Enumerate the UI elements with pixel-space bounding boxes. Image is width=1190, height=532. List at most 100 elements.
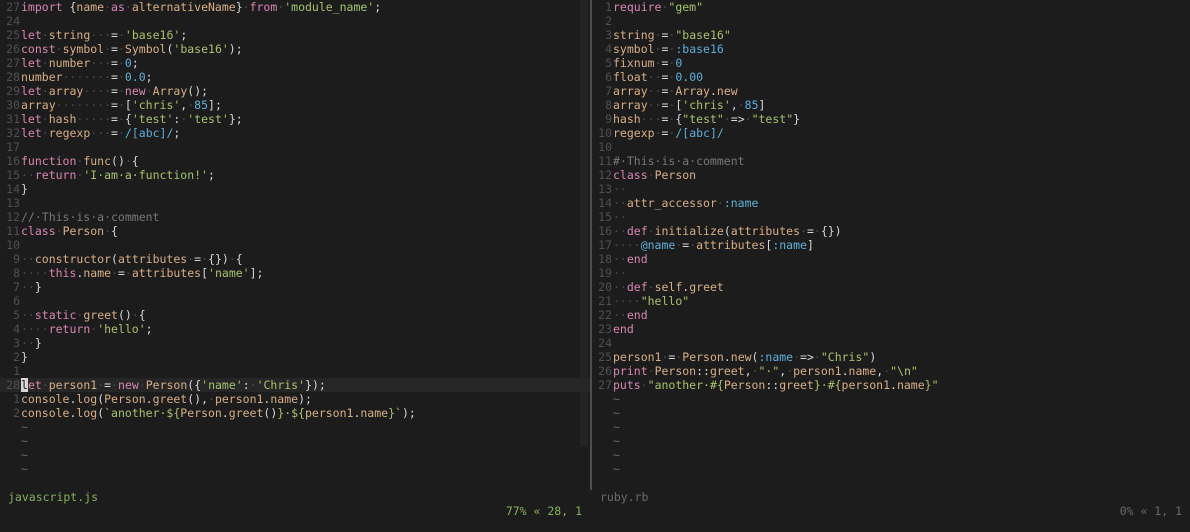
- vim-editor[interactable]: 27import {name·as·alternativeName}·from·…: [0, 0, 1190, 476]
- code-token: end: [626, 252, 648, 266]
- code-line[interactable]: ~: [592, 392, 1190, 406]
- code-line[interactable]: 10: [0, 238, 590, 252]
- code-line[interactable]: 22··end: [592, 308, 1190, 322]
- code-line[interactable]: 2}: [0, 350, 590, 364]
- code-token: array: [613, 84, 648, 98]
- code-token: ·····: [76, 112, 112, 126]
- code-line[interactable]: ~: [0, 434, 590, 448]
- code-token: 'name': [208, 266, 250, 280]
- code-line[interactable]: 26const·symbol·=·Symbol('base16');: [0, 42, 590, 56]
- code-line[interactable]: ~: [592, 420, 1190, 434]
- code-line[interactable]: 9··constructor(attributes·=·{})·{: [0, 252, 590, 266]
- code-line[interactable]: 9hash···=·{"test"·=>·"test"}: [592, 112, 1190, 126]
- code-line[interactable]: 32let·regexp···=·/[abc]/;: [0, 126, 590, 140]
- code-token: name: [360, 406, 389, 420]
- code-token: {: [235, 252, 243, 266]
- code-line[interactable]: 24: [592, 336, 1190, 350]
- code-line[interactable]: 10: [592, 140, 1190, 154]
- code-token: console: [21, 406, 70, 420]
- code-line[interactable]: 2console.log(`another·${Person.greet()}·…: [0, 406, 590, 420]
- code-line[interactable]: 11#·This·is·a·comment: [592, 154, 1190, 168]
- code-line[interactable]: 28number·······=·0.0;: [0, 70, 590, 84]
- javascript-pane[interactable]: 27import {name·as·alternativeName}·from·…: [0, 0, 590, 476]
- code-line[interactable]: 27puts·"another·#{Person::greet}·#{perso…: [592, 378, 1190, 392]
- code-line[interactable]: 28let·person1·=·new·Person({'name':·'Chr…: [0, 378, 590, 392]
- code-line[interactable]: ~: [592, 406, 1190, 420]
- code-line[interactable]: 13: [0, 196, 590, 210]
- code-line[interactable]: ~: [592, 434, 1190, 448]
- code-line[interactable]: ~: [0, 462, 590, 476]
- code-line[interactable]: 5··static·greet()·{: [0, 308, 590, 322]
- code-line[interactable]: 24: [0, 14, 590, 28]
- code-token: ···: [90, 28, 112, 42]
- code-line[interactable]: 14··attr_accessor·:name: [592, 196, 1190, 210]
- code-line[interactable]: ~: [592, 462, 1190, 476]
- code-line[interactable]: 4symbol·=·:base16: [592, 42, 1190, 56]
- code-line[interactable]: 2: [592, 14, 1190, 28]
- code-line[interactable]: 6: [0, 294, 590, 308]
- code-text: class·Person: [613, 168, 696, 182]
- code-line[interactable]: 3··}: [0, 336, 590, 350]
- line-number: 15: [6, 168, 20, 182]
- code-token: .: [221, 406, 229, 420]
- code-line[interactable]: ~: [0, 420, 590, 434]
- code-line[interactable]: 8array··=·['chris',·85]: [592, 98, 1190, 112]
- code-line[interactable]: 15··return·'I·am·a·function!';: [0, 168, 590, 182]
- code-line[interactable]: 26print·Person::greet,·"·",·person1.name…: [592, 364, 1190, 378]
- code-line[interactable]: 29let·array····=·new·Array();: [0, 84, 590, 98]
- empty-line-marker: ~: [613, 406, 620, 420]
- code-line[interactable]: 31let·hash·····=·{'test':·'test'};: [0, 112, 590, 126]
- code-line[interactable]: 23end: [592, 322, 1190, 336]
- code-line[interactable]: 12//·This·is·a·comment: [0, 210, 590, 224]
- code-line[interactable]: 18··end: [592, 252, 1190, 266]
- line-number: 13: [598, 182, 612, 196]
- code-line[interactable]: 25let·string···=·'base16';: [0, 28, 590, 42]
- code-line[interactable]: 17: [0, 140, 590, 154]
- ruby-pane[interactable]: 1require·"gem" 2 3string·=·"base16" 4symbol…: [592, 0, 1190, 476]
- code-token: this: [48, 266, 77, 280]
- code-token: import: [21, 0, 63, 14]
- code-token: ]: [806, 238, 814, 252]
- code-line[interactable]: 3string·=·"base16": [592, 28, 1190, 42]
- code-line[interactable]: 8····this.name·=·attributes['name'];: [0, 266, 590, 280]
- code-line[interactable]: 16function·func()·{: [0, 154, 590, 168]
- code-token: ·: [41, 112, 49, 126]
- code-line[interactable]: 5fixnum·=·0: [592, 56, 1190, 70]
- code-line[interactable]: 7··}: [0, 280, 590, 294]
- code-line[interactable]: 27let·number···=·0;: [0, 56, 590, 70]
- code-line[interactable]: 19··: [592, 266, 1190, 280]
- code-line[interactable]: 7array··=·Array.new: [592, 84, 1190, 98]
- code-token: et: [27, 378, 42, 392]
- code-token: Person: [104, 392, 146, 406]
- code-line[interactable]: 20··def·self.greet: [592, 280, 1190, 294]
- code-line[interactable]: 10regexp·=·/[abc]/: [592, 126, 1190, 140]
- code-token: ;: [173, 126, 181, 140]
- code-token: require: [613, 0, 662, 14]
- code-line[interactable]: 4····return·'hello';: [0, 322, 590, 336]
- code-token: ];: [249, 266, 264, 280]
- code-line[interactable]: 11class·Person·{: [0, 224, 590, 238]
- code-token: ··: [21, 280, 35, 294]
- code-line[interactable]: 21····"hello": [592, 294, 1190, 308]
- code-token: ··: [613, 252, 627, 266]
- code-line[interactable]: 14}: [0, 182, 590, 196]
- code-line[interactable]: 15··: [592, 210, 1190, 224]
- code-line[interactable]: 13··: [592, 182, 1190, 196]
- code-line[interactable]: 12class·Person: [592, 168, 1190, 182]
- code-token: attributes: [730, 224, 801, 238]
- code-line[interactable]: 25person1·=·Person.new(:name·=>·"Chris"): [592, 350, 1190, 364]
- code-line[interactable]: 1: [0, 364, 590, 378]
- code-line[interactable]: 1require·"gem": [592, 0, 1190, 14]
- code-line[interactable]: ~: [0, 448, 590, 462]
- code-line[interactable]: 16··def·initialize(attributes·=·{}): [592, 224, 1190, 238]
- code-token: /[abc]/: [675, 126, 724, 140]
- code-line[interactable]: 1console.log(Person.greet(),·person1.nam…: [0, 392, 590, 406]
- code-line[interactable]: 17····@name·=·attributes[:name]: [592, 238, 1190, 252]
- code-line[interactable]: 30array········=·['chris',·85];: [0, 98, 590, 112]
- code-token: 'test': [187, 112, 229, 126]
- code-token: "\n": [890, 364, 918, 378]
- code-line[interactable]: ~: [592, 448, 1190, 462]
- code-line[interactable]: 6float··=·0.00: [592, 70, 1190, 84]
- code-token: constructor: [34, 252, 112, 266]
- code-line[interactable]: 27import {name·as·alternativeName}·from·…: [0, 0, 590, 14]
